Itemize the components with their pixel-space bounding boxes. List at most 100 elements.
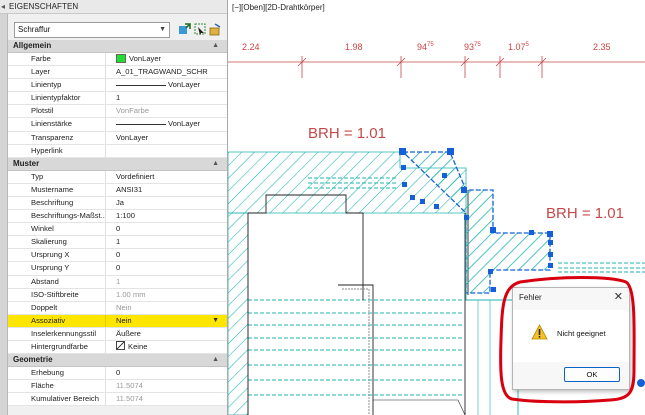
property-value-text: A_01_TRAGWAND_SCHR: [116, 67, 208, 77]
property-value[interactable]: A_01_TRAGWAND_SCHR: [116, 66, 208, 78]
property-row[interactable]: Beschriftungs-Maßst... 1:100: [8, 210, 227, 224]
property-row[interactable]: Linientypfaktor 1: [8, 92, 227, 106]
property-label: Linienstärke: [8, 118, 106, 131]
property-row[interactable]: Erhebung 0: [8, 367, 227, 381]
dimension-text: 2.35: [593, 42, 611, 52]
dimension-text: 9375: [464, 42, 481, 52]
property-label: Assoziativ: [8, 314, 106, 327]
property-value[interactable]: ANSI31: [116, 184, 142, 196]
chevron-down-icon: ▼: [159, 26, 166, 33]
property-label: Kumulativer Bereich: [8, 393, 106, 406]
palette-side-strip[interactable]: [0, 0, 8, 415]
property-value-text: 1: [116, 93, 121, 103]
property-label: Hintergrundfarbe: [8, 340, 106, 354]
property-value-text: VonLayer: [168, 80, 201, 90]
property-value[interactable]: 1: [116, 92, 120, 104]
dimension-text: 9475: [417, 42, 434, 52]
property-value-text: Ja: [116, 197, 125, 207]
property-value-text: 0: [116, 224, 121, 234]
object-type-select[interactable]: Schraffur ▼: [14, 22, 170, 38]
chevron-down-icon[interactable]: ▼: [212, 315, 219, 327]
property-value[interactable]: Ja: [116, 197, 124, 209]
property-row[interactable]: Hintergrundfarbe Keine: [8, 340, 227, 355]
property-label: Skalierung: [8, 236, 106, 249]
property-label: ISO-Stiftbreite: [8, 288, 106, 301]
property-value: 11.5074: [116, 393, 143, 405]
property-value-text: VonLayer: [168, 119, 201, 129]
room-outline: [247, 190, 469, 415]
collapse-icon[interactable]: ▲: [212, 40, 219, 52]
property-label: Winkel: [8, 223, 106, 236]
property-value[interactable]: 0: [116, 262, 120, 274]
property-label: Ursprung X: [8, 249, 106, 262]
section-header[interactable]: Muster ▲: [8, 157, 227, 171]
property-row[interactable]: Beschriftung Ja: [8, 196, 227, 211]
property-row[interactable]: Transparenz VonLayer: [8, 131, 227, 145]
property-row: Kumulativer Bereich 11.5074: [8, 393, 227, 407]
property-row[interactable]: Mustername ANSI31: [8, 183, 227, 197]
property-value[interactable]: Nein: [116, 315, 132, 327]
palette-title-bar[interactable]: ◂ EIGENSCHAFTEN: [0, 0, 227, 14]
property-row[interactable]: Assoziativ Nein ▼: [8, 314, 227, 328]
property-value[interactable]: VonLayer: [168, 118, 200, 130]
property-value[interactable]: 0: [116, 367, 120, 379]
property-label: Linientypfaktor: [8, 92, 106, 105]
property-row: Plotstil VonFarbe: [8, 105, 227, 119]
property-value[interactable]: 1:100: [116, 210, 135, 222]
property-row[interactable]: Typ Vordefiniert: [8, 170, 227, 184]
quick-select-icon[interactable]: [209, 23, 222, 36]
property-row[interactable]: Skalierung 1: [8, 236, 227, 250]
property-row[interactable]: Inselerkennungsstil Äußere: [8, 327, 227, 341]
toggle-pickadd-icon[interactable]: [178, 23, 191, 36]
property-row[interactable]: Hyperlink: [8, 144, 227, 158]
warning-icon: [531, 324, 548, 340]
property-label: Inselerkennungsstil: [8, 327, 106, 340]
section-header[interactable]: Allgemein ▲: [8, 40, 227, 53]
object-type-value: Schraffur: [18, 25, 51, 34]
property-row[interactable]: Farbe VonLayer: [8, 53, 227, 67]
property-value-text: Äußere: [116, 328, 141, 338]
dialog-message: Nicht geeignet: [557, 329, 606, 338]
property-value[interactable]: 1: [116, 236, 120, 248]
ok-button[interactable]: OK: [564, 367, 620, 382]
property-value[interactable]: VonLayer: [168, 79, 200, 91]
palette-collapse-icon[interactable]: ◂: [1, 0, 5, 13]
property-row[interactable]: Ursprung X 0: [8, 249, 227, 263]
property-grid: Allgemein ▲ Farbe VonLayer Layer A_01_TRAGWAN…: [8, 40, 227, 407]
close-icon[interactable]: ✕: [614, 290, 623, 304]
line-preview: [116, 85, 166, 87]
property-value[interactable]: Äußere: [116, 328, 141, 340]
property-label: Ursprung Y: [8, 262, 106, 275]
property-value[interactable]: VonLayer: [116, 132, 148, 144]
property-value[interactable]: 0: [116, 249, 120, 261]
section-header[interactable]: Geometrie ▲: [8, 354, 227, 368]
property-value-text: 11.5074: [116, 381, 143, 391]
wall-hatch-left: [228, 151, 467, 415]
dimension-text: 2.24: [242, 42, 260, 52]
property-row[interactable]: Winkel 0: [8, 223, 227, 237]
palette-title: EIGENSCHAFTEN: [9, 2, 79, 11]
property-value-text: Nein: [116, 315, 132, 325]
property-value-text: ANSI31: [116, 184, 143, 194]
property-row[interactable]: Linientyp VonLayer: [8, 79, 227, 93]
property-row: Doppelt Nein: [8, 301, 227, 315]
property-row[interactable]: Layer A_01_TRAGWAND_SCHR: [8, 66, 227, 80]
properties-palette: ◂ EIGENSCHAFTEN Schraffur ▼ Allgemein ▲ Fa…: [0, 0, 228, 415]
property-value[interactable]: 0: [116, 223, 120, 235]
property-row: ISO-Stiftbreite 1.00 mm: [8, 288, 227, 302]
collapse-icon[interactable]: ▲: [212, 158, 219, 170]
section-title: Muster: [13, 158, 40, 168]
property-value[interactable]: Vordefiniert: [116, 171, 154, 183]
property-row[interactable]: Linienstärke VonLayer: [8, 118, 227, 132]
property-label: Abstand: [8, 275, 106, 288]
select-objects-icon[interactable]: [194, 23, 207, 36]
property-value-text: Keine: [128, 341, 148, 351]
property-row[interactable]: Ursprung Y 0: [8, 262, 227, 276]
collapse-icon[interactable]: ▲: [212, 354, 219, 366]
property-label: Layer: [8, 66, 106, 79]
property-label: Farbe: [8, 53, 106, 66]
no-color-swatch: [116, 341, 125, 351]
property-value-text: 0: [116, 250, 121, 260]
property-value[interactable]: VonLayer: [116, 53, 161, 65]
property-value[interactable]: Keine: [116, 341, 147, 353]
